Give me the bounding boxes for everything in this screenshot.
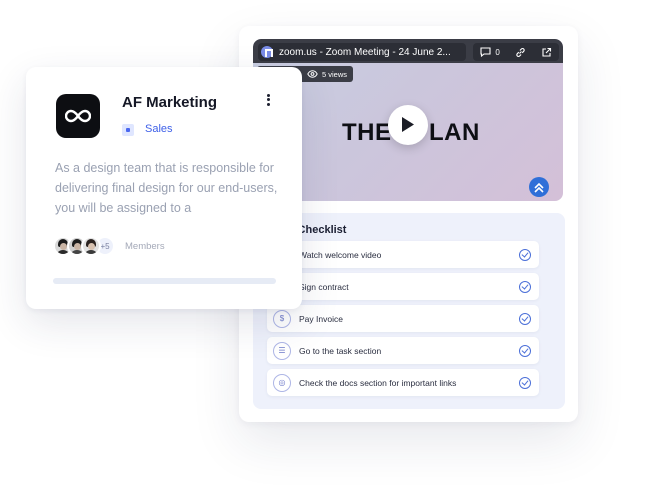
app-logo-icon: [261, 46, 273, 58]
check-circle-icon: [519, 312, 531, 325]
checklist-item-label: Check the docs section for important lin…: [299, 377, 457, 388]
check-circle-icon: [519, 376, 531, 389]
infinity-icon: [65, 109, 91, 123]
check-circle-icon: [519, 344, 531, 357]
brand-text-left: THE: [342, 119, 392, 146]
check-circle-icon: [519, 280, 531, 293]
eye-icon: [307, 70, 318, 78]
views-count: 5 views: [321, 69, 347, 79]
meeting-title-pill[interactable]: zoom.us - Zoom Meeting - 24 June 2...: [258, 43, 466, 61]
team-tag[interactable]: Sales: [145, 123, 173, 135]
checklist-item[interactable]: ☰ Go to the task section: [267, 337, 539, 364]
comment-button[interactable]: 0: [480, 47, 500, 57]
play-button[interactable]: [388, 105, 428, 145]
video-brand-text: THE LAN: [342, 119, 479, 147]
tasks-icon: ☰: [273, 341, 291, 360]
team-card[interactable]: AF Marketing Sales As a design team that…: [26, 67, 302, 309]
checklist-item[interactable]: ◎ Check the docs section for important l…: [267, 369, 539, 396]
team-name: AF Marketing: [122, 94, 218, 111]
member-avatars[interactable]: +5 Members: [53, 235, 165, 257]
check-circle-icon: [519, 248, 531, 261]
docs-icon: ◎: [273, 373, 291, 392]
play-icon: [402, 117, 414, 132]
members-label: Members: [125, 240, 165, 252]
tag-icon: [122, 124, 134, 136]
checklist-item[interactable]: ▶ Watch welcome video: [267, 241, 539, 268]
video-actions: 0: [473, 43, 559, 61]
comment-count: 0: [495, 47, 500, 57]
team-logo: [56, 94, 100, 138]
brand-text-right: LAN: [429, 119, 480, 146]
invoice-icon: $: [273, 309, 291, 328]
stage: zoom.us - Zoom Meeting - 24 June 2... 0 …: [0, 0, 653, 498]
more-options-icon[interactable]: [264, 92, 272, 110]
comment-icon: [480, 47, 491, 57]
link-icon[interactable]: [515, 47, 526, 58]
checklist-item-label: Watch welcome video: [299, 249, 382, 260]
checklist-item[interactable]: $ Pay Invoice: [267, 305, 539, 332]
external-link-icon[interactable]: [541, 47, 552, 58]
team-description: As a design team that is responsible for…: [55, 161, 278, 215]
meeting-title: zoom.us - Zoom Meeting - 24 June 2...: [279, 46, 451, 58]
scroll-up-button[interactable]: [529, 177, 549, 197]
avatar: [81, 236, 101, 256]
checklist-item-label: Pay Invoice: [299, 313, 343, 324]
chevron-up-icon: [534, 182, 544, 193]
checklist-item-label: Sign contract: [299, 281, 349, 292]
checklist-item-label: Go to the task section: [299, 345, 382, 356]
team-progress-bar: [53, 278, 276, 284]
checklist-item[interactable]: ✎ Sign contract: [267, 273, 539, 300]
